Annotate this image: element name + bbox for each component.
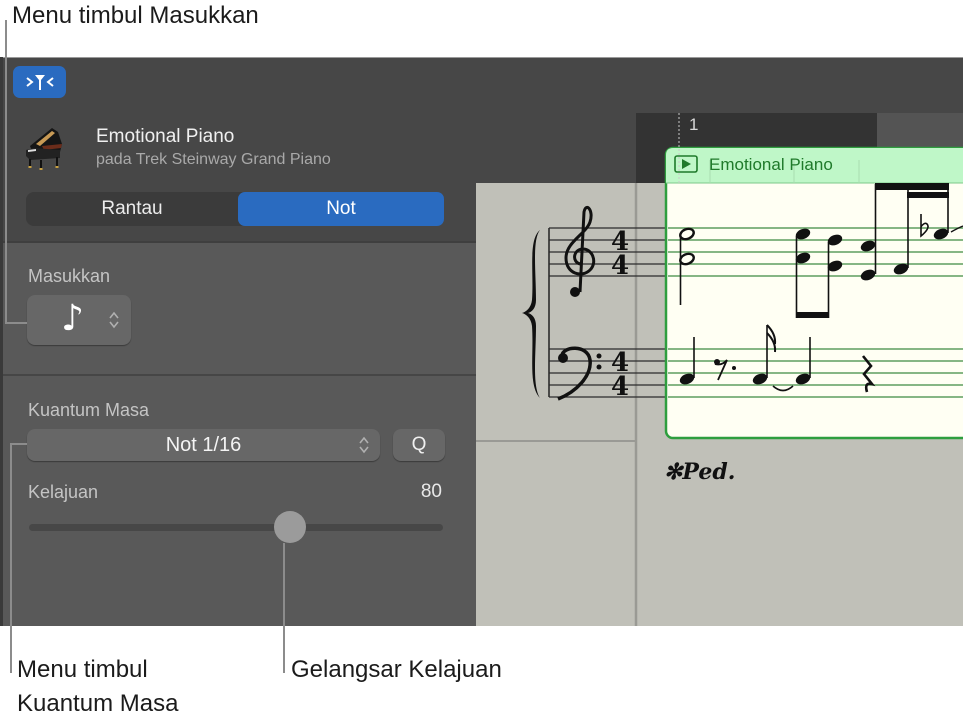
treble-clef-tail	[570, 287, 580, 297]
callout-line	[10, 443, 12, 673]
callout-line	[283, 543, 285, 673]
grand-staff-brace	[522, 230, 540, 398]
treble-time-sig-bottom: 4	[611, 251, 629, 281]
pedal-release-marking: ✻Ped.	[664, 459, 735, 485]
callout-line	[5, 20, 7, 324]
callout-line	[10, 443, 27, 445]
score-canvas: 4 4 4 4 Emotional Piano ✻Ped.	[476, 113, 963, 626]
region-body	[664, 146, 963, 440]
region-name: Emotional Piano	[709, 155, 833, 174]
beam	[907, 192, 949, 198]
beam	[875, 183, 949, 190]
midi-region[interactable]: Emotional Piano	[664, 146, 963, 440]
beam	[796, 312, 829, 318]
treble-clef-icon	[564, 206, 596, 293]
callout-line	[5, 322, 27, 324]
bass-time-sig-bottom: 4	[611, 372, 629, 402]
